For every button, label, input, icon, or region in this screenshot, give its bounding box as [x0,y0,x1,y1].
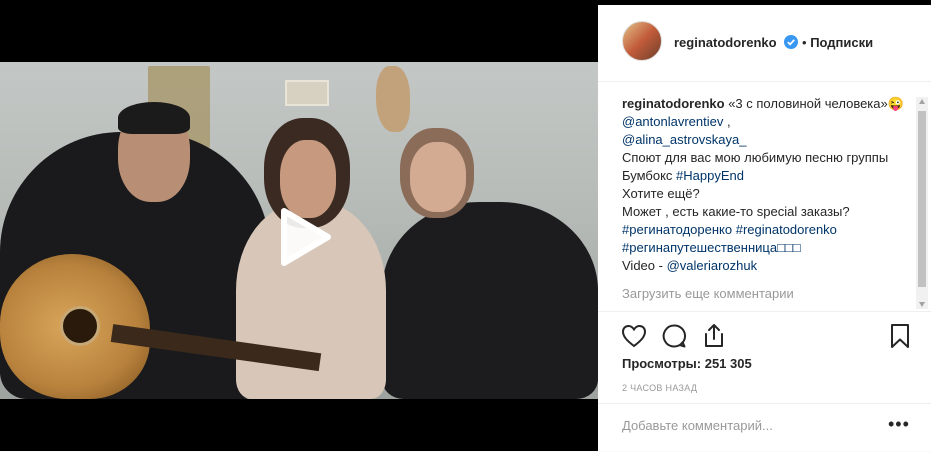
comments-area: reginatodorenko «3 с половиной человека»… [598,85,931,311]
load-more-comments-button[interactable]: Загрузить еще комментарии [622,286,794,301]
more-options-icon[interactable]: ••• [888,414,910,435]
scroll-down-icon[interactable] [919,302,925,307]
hashtag-link[interactable]: #HappyEnd [676,168,744,183]
caption-text: «3 с половиной человека»😜 [728,96,904,111]
hashtag-link[interactable]: #регинапутешественница□□□ [622,240,801,255]
guitar-soundhole [60,306,100,346]
video-person-right [382,202,598,399]
heart-icon[interactable] [620,322,648,350]
post-caption: reginatodorenko «3 с половиной человека»… [622,95,918,275]
caption-text: Споют для вас мою любимую песню группы Б… [622,150,889,183]
caption-text: , [723,114,731,129]
post-media [0,5,598,451]
caption-author[interactable]: reginatodorenko [622,96,725,111]
share-icon[interactable] [700,322,728,350]
avatar[interactable] [622,21,662,61]
video-person-right-face [410,142,466,212]
mention-link[interactable]: @valeriarozhuk [667,258,758,273]
comment-input[interactable] [622,418,872,433]
comment-icon[interactable] [660,322,688,350]
wall-picture [285,80,329,106]
post-timestamp[interactable]: 2 часов назад [622,383,697,393]
verified-badge-icon [784,35,798,49]
following-button[interactable]: Подписки [810,35,873,50]
bookmark-icon[interactable] [886,322,914,350]
views-label: Просмотры: [622,356,702,371]
comments-scrollbar[interactable] [916,97,928,309]
mention-link[interactable]: @antonlavrentiev [622,114,723,129]
hashtag-link[interactable]: #reginatodorenko [736,222,837,237]
username-link[interactable]: reginatodorenko [674,35,777,50]
mention-link[interactable]: @alina_astrovskaya_ [622,132,746,147]
scrollbar-thumb[interactable] [918,111,926,287]
wall-picture [376,66,410,132]
follow-separator: • [802,35,807,50]
post-actions: Просмотры: 251 305 2 часов назад [598,311,931,404]
caption-text: Video - [622,258,667,273]
views-count: Просмотры: 251 305 [622,356,752,371]
caption-text: Хотите ещё? [622,186,700,201]
add-comment-section: ••• [598,403,931,452]
play-icon[interactable] [270,205,334,269]
video-person-left-hair [118,102,190,134]
post-header: reginatodorenko • Подписки [598,5,931,82]
post-sidebar: reginatodorenko • Подписки reginatodoren… [598,5,931,451]
views-value: 251 305 [704,356,752,371]
hashtag-link[interactable]: #регинатодоренко [622,222,732,237]
follow-status: • Подписки [802,35,873,50]
caption-text: Может , есть какие-то special заказы? [622,204,850,219]
scroll-up-icon[interactable] [919,99,925,104]
